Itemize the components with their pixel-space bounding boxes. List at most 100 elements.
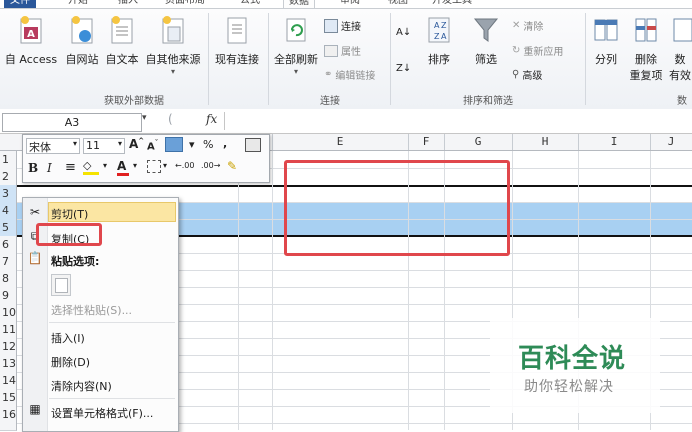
row-header-16[interactable]: 16 [0, 406, 17, 431]
font-size-select[interactable]: 11 ▾ [83, 138, 125, 154]
from-access-button[interactable]: A 自 Access [2, 15, 60, 67]
row-header-3[interactable]: 3 [0, 185, 17, 203]
row-header-1[interactable]: 1 [0, 151, 17, 169]
borders-icon[interactable] [147, 160, 161, 173]
tab-review[interactable]: 审阅 [340, 0, 360, 8]
fill-color-button[interactable]: ◇ [83, 159, 99, 175]
column-header-i[interactable]: I [578, 134, 651, 150]
tab-home[interactable]: 开始 [68, 0, 88, 8]
grow-font-button[interactable]: A^ [129, 137, 144, 151]
percent-button[interactable]: % [203, 138, 213, 151]
cancel-icon: ( [168, 112, 173, 126]
from-other-sources-button[interactable]: 自其他来源 ▾ [142, 15, 204, 76]
text-to-columns-label: 分列 [595, 53, 617, 66]
filter-icon [473, 18, 499, 42]
chevron-down-icon[interactable]: ▾ [103, 161, 107, 170]
row-header-14[interactable]: 14 [0, 372, 17, 390]
from-web-button[interactable]: 自网站 [60, 15, 104, 67]
function-icon[interactable]: fx [206, 112, 217, 126]
row-header-11[interactable]: 11 [0, 321, 17, 339]
row-header-7[interactable]: 7 [0, 253, 17, 271]
menu-item-insert[interactable]: 插入(I) [51, 330, 85, 346]
sort-ascending-button[interactable]: A↓ [396, 27, 411, 38]
format-painter-button[interactable]: ✎ [227, 159, 237, 173]
row-header-10[interactable]: 10 [0, 304, 17, 322]
column-header-e[interactable]: E [272, 134, 409, 150]
sort-button[interactable]: A Z Z A 排序 [420, 15, 458, 67]
tab-page-layout[interactable]: 页面布局 [165, 0, 205, 8]
name-box[interactable]: A3 [2, 113, 142, 132]
row-header-8[interactable]: 8 [0, 270, 17, 288]
formula-input[interactable] [224, 112, 691, 130]
svg-text:Z: Z [441, 21, 447, 30]
chevron-down-icon[interactable]: ▾ [142, 113, 147, 123]
tab-insert[interactable]: 插入 [118, 0, 138, 8]
decrease-decimal-button[interactable]: .00→ [201, 161, 220, 170]
menu-item-cut[interactable]: 剪切(T) [51, 206, 88, 222]
edit-links-label: 编辑链接 [335, 71, 376, 82]
sort-descending-button[interactable]: Z↓ [396, 63, 411, 74]
refresh-all-button[interactable]: 全部刷新 ▾ [270, 15, 322, 76]
remove-duplicates-button[interactable]: 删除 重复项 [626, 15, 666, 83]
font-name-select[interactable]: 宋体 ▾ [26, 138, 80, 154]
row-header-12[interactable]: 12 [0, 338, 17, 356]
row-header-15[interactable]: 15 [0, 389, 17, 407]
reapply-button[interactable]: ↻ 重新应用 [512, 43, 563, 58]
italic-button[interactable]: I [47, 161, 52, 175]
advanced-filter-button[interactable]: ⚲ 高级 [512, 67, 542, 82]
sort-az-icon: A Z Z A [428, 17, 450, 43]
chevron-down-icon[interactable]: ▾ [189, 138, 195, 151]
remove-duplicates-label-2: 重复项 [629, 69, 663, 82]
tab-developer[interactable]: 开发工具 [432, 0, 472, 8]
shrink-font-button[interactable]: Aˇ [147, 139, 158, 152]
row-header-13[interactable]: 13 [0, 355, 17, 373]
edit-links-button[interactable]: ⚭ 编辑链接 [324, 67, 375, 82]
row-header-4[interactable]: 4 [0, 202, 17, 220]
row-header-2[interactable]: 2 [0, 168, 17, 186]
paste-button[interactable] [51, 274, 71, 296]
grow-font-icon: A [129, 137, 139, 151]
menu-item-paste-special[interactable]: 选择性粘贴(S)... [51, 302, 132, 318]
ribbon-divider [268, 13, 269, 105]
tab-formulas[interactable]: 公式 [240, 0, 260, 8]
clear-filter-button[interactable]: ✕ 清除 [512, 18, 543, 33]
align-center-button[interactable]: ≡ [65, 160, 76, 175]
from-access-label: 自 Access [4, 53, 58, 66]
comma-button[interactable]: , [223, 137, 227, 150]
row-header-5[interactable]: 5 [0, 219, 17, 237]
font-color-button[interactable]: A [117, 159, 129, 176]
menu-item-format-cells[interactable]: 设置单元格格式(F)... [51, 405, 153, 421]
column-header-h[interactable]: H [512, 134, 579, 150]
chevron-down-icon[interactable]: ▾ [163, 161, 167, 170]
font-color-bar [117, 173, 129, 176]
tab-file[interactable]: 文件 [4, 0, 36, 8]
chevron-down-icon[interactable]: ▾ [133, 161, 137, 170]
increase-decimal-button[interactable]: ←.00 [175, 161, 194, 170]
tab-view[interactable]: 视图 [388, 0, 408, 8]
row-header-6[interactable]: 6 [0, 236, 17, 254]
column-header-j[interactable]: J [650, 134, 692, 150]
connections-button[interactable]: 连接 [324, 18, 361, 33]
data-validation-button[interactable]: 数 有效 [668, 15, 692, 83]
column-header-g[interactable]: G [444, 134, 513, 150]
column-header-f[interactable]: F [408, 134, 445, 150]
paintbrush-icon: ✎ [227, 159, 238, 173]
menu-item-delete[interactable]: 删除(D) [51, 354, 90, 370]
existing-connections-label: 现有连接 [215, 53, 259, 66]
bold-button[interactable]: B [28, 161, 38, 175]
ribbon: A 自 Access 自网站 自文本 自其他来源 ▾ 现有连接 获取外部数据 全… [0, 8, 692, 110]
properties-button[interactable]: 属性 [324, 43, 361, 58]
existing-connections-button[interactable]: 现有连接 [210, 15, 264, 67]
format-painter-table-button[interactable] [165, 137, 183, 152]
ribbon-tab-bar: 文件 开始 插入 页面布局 公式 数据 审阅 视图 开发工具 [0, 0, 692, 8]
text-to-columns-button[interactable]: 分列 [588, 15, 624, 67]
tab-data[interactable]: 数据 [283, 0, 315, 8]
from-text-label: 自文本 [105, 53, 139, 66]
from-text-button[interactable]: 自文本 [102, 15, 142, 67]
filter-button[interactable]: 筛选 [466, 15, 506, 67]
row-header-9[interactable]: 9 [0, 287, 17, 305]
merge-cells-icon[interactable] [245, 138, 261, 152]
menu-item-clear-contents[interactable]: 清除内容(N) [51, 378, 112, 394]
reapply-label: 重新应用 [523, 47, 564, 58]
sort-ascending-icon: A↓ [396, 27, 412, 38]
